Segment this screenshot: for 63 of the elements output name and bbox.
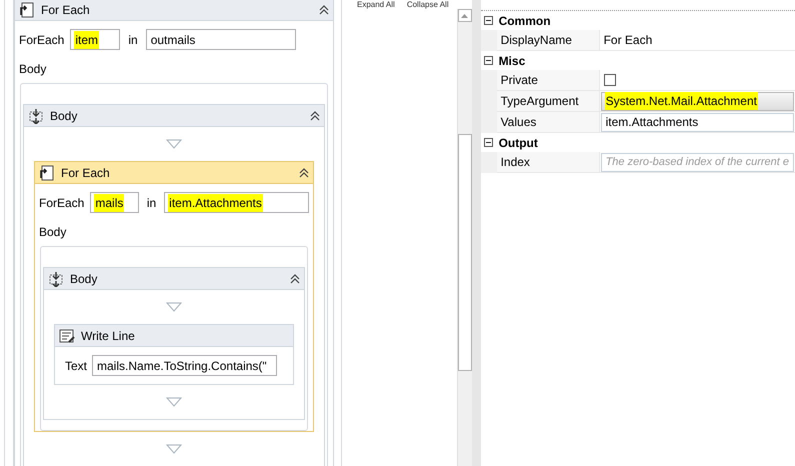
in-label: in xyxy=(146,194,158,212)
sequence-icon xyxy=(28,108,44,124)
in-label: in xyxy=(127,32,139,48)
double-chevron-icon xyxy=(319,4,329,15)
activity-header[interactable]: Write Line xyxy=(55,325,293,347)
collection-field[interactable]: item.Attachments xyxy=(164,192,309,213)
checkbox[interactable] xyxy=(604,74,616,86)
drop-arrow-icon xyxy=(166,302,182,312)
scroll-thumb[interactable] xyxy=(458,134,472,371)
sequence-icon xyxy=(48,270,64,286)
property-name: Values xyxy=(496,112,600,133)
drop-arrow-icon xyxy=(166,397,182,407)
category-name: Misc xyxy=(498,52,526,70)
body-label: Body xyxy=(18,61,48,78)
foreach-label: ForEach xyxy=(19,32,64,48)
for-each-activity[interactable]: For Each ForEach mails in item.Attachments Body Body Write Line Text mails.Name.ToString.Contains(" xyxy=(34,161,314,432)
text-field[interactable]: mails.Name.ToString.Contains(" xyxy=(92,355,278,376)
expand-all-link[interactable]: Expand All xyxy=(357,0,395,9)
row-gutter xyxy=(480,152,497,173)
double-chevron-icon xyxy=(310,110,320,121)
row-gutter xyxy=(480,70,497,91)
activity-title: For Each xyxy=(41,2,91,18)
collection-field[interactable]: outmails xyxy=(146,29,296,50)
expression-field[interactable]: item.Attachments xyxy=(600,112,794,132)
sequence-activity[interactable]: Body For Each ForEach mails in item.Attachments Body Body Write Line Text mails.Name.ToString.Contains(" xyxy=(23,104,325,466)
sequence-activity[interactable]: Body Write Line Text mails.Name.ToString.Contains(" xyxy=(43,267,305,420)
property-name: Index xyxy=(496,152,600,173)
variable-field[interactable]: item xyxy=(70,29,120,50)
property-value[interactable]: For Each xyxy=(600,31,656,49)
property-name: DisplayName xyxy=(496,30,600,51)
collapse-button[interactable] xyxy=(290,273,300,284)
property-name: Private xyxy=(496,70,600,91)
activity-title: For Each xyxy=(61,164,111,182)
activity-title: Write Line xyxy=(81,328,136,344)
double-chevron-icon xyxy=(299,167,309,178)
row-gutter xyxy=(480,30,497,51)
category-name: Output xyxy=(498,134,538,152)
collapse-button[interactable] xyxy=(319,4,329,15)
activity-header[interactable]: Body xyxy=(44,268,304,290)
scroll-up-button[interactable] xyxy=(458,9,472,22)
collapse-button[interactable] xyxy=(310,110,320,121)
drop-arrow-icon xyxy=(166,444,182,454)
property-name: TypeArgument xyxy=(496,91,600,112)
for-each-activity[interactable]: For Each ForEach item in outmails Body Body For Each ForEach mails in item.Attachments Body Body Write Line Text mails.Name.ToString.Contains(" xyxy=(14,0,334,466)
body-label: Body xyxy=(38,224,68,241)
activity-title: Body xyxy=(50,108,78,124)
variable-field[interactable]: mails xyxy=(90,192,139,213)
up-arrow-icon xyxy=(461,14,468,18)
write-line-activity[interactable]: Write Line Text mails.Name.ToString.Contains(" xyxy=(54,324,294,385)
double-chevron-icon xyxy=(290,273,300,284)
category-name: Common xyxy=(498,12,551,30)
activity-header[interactable]: For Each xyxy=(15,0,333,21)
activity-title: Body xyxy=(70,270,98,288)
activity-header[interactable]: Body xyxy=(24,105,324,127)
collapse-button[interactable] xyxy=(299,167,309,178)
vertical-scrollbar[interactable] xyxy=(456,9,472,466)
activity-header[interactable]: For Each xyxy=(35,162,313,184)
collapse-all-link[interactable]: Collapse All xyxy=(406,0,449,9)
row-gutter xyxy=(480,112,497,133)
text-label: Text xyxy=(65,358,88,374)
drop-arrow-icon xyxy=(166,139,182,149)
foreach-label: ForEach xyxy=(39,194,84,212)
dropdown-field[interactable]: System.Net.Mail.Attachment xyxy=(600,92,794,110)
